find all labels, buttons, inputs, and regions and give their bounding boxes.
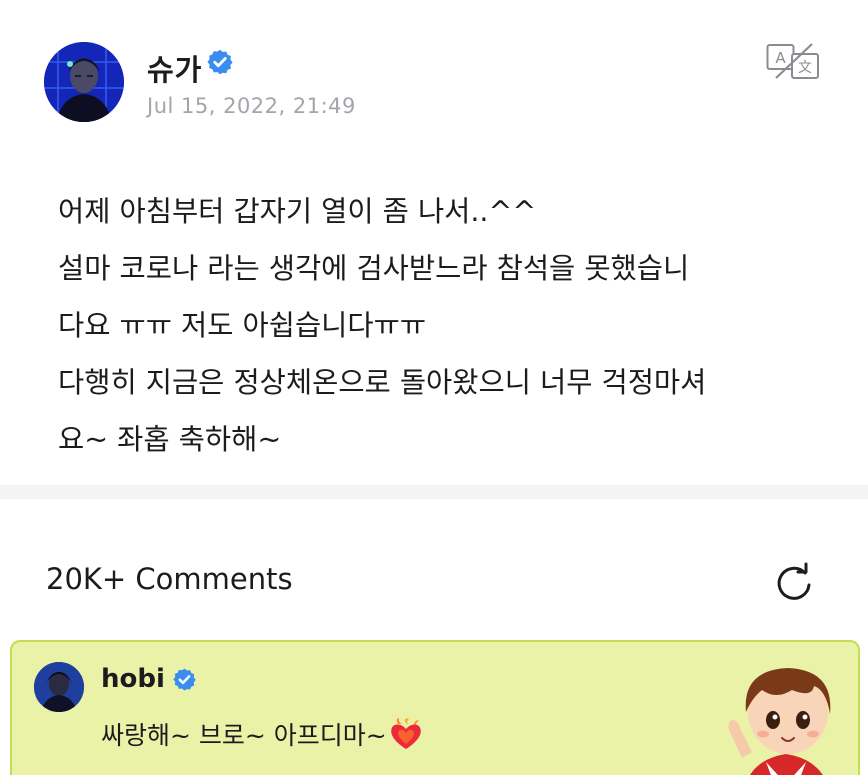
refresh-comments-button[interactable] — [772, 561, 816, 605]
comments-count-title: 20K+ Comments — [46, 562, 293, 596]
translate-icon: A 文 — [766, 43, 819, 79]
author-avatar[interactable] — [44, 42, 124, 122]
post-body-line: 요~ 좌홉 축하해~ — [58, 423, 282, 456]
post-body: 어제 아침부터 갑자기 열이 좀 나서..^^ 설마 코로나 라는 생각에 검사… — [58, 183, 838, 468]
verified-badge-icon — [173, 668, 196, 691]
section-divider — [0, 485, 868, 499]
post-body-line: 다행히 지금은 정상체온으로 돌아왔으니 너무 걱정마셔 — [58, 366, 707, 399]
refresh-icon — [777, 562, 811, 600]
heart-on-fire-icon — [390, 718, 421, 749]
svg-text:A: A — [775, 49, 786, 67]
commenter-avatar[interactable] — [34, 662, 84, 712]
verified-badge-icon — [207, 49, 233, 75]
highlighted-comment[interactable]: hobi 싸랑해~ 브로~ 아프디마~ — [10, 640, 860, 775]
post-header: 슈가 Jul 15, 2022, 21:49 A 文 — [44, 42, 824, 122]
post-body-line: 다요 ㅠㅠ 저도 아쉽습니다ㅠㅠ — [58, 309, 427, 342]
comment-text-row: 싸랑해~ 브로~ 아프디마~ — [101, 716, 423, 752]
post-body-line: 어제 아침부터 갑자기 열이 좀 나서..^^ — [58, 195, 537, 228]
translate-button[interactable]: A 文 — [766, 42, 824, 82]
svg-text:文: 文 — [798, 60, 812, 76]
commenter-name[interactable]: hobi — [101, 664, 165, 694]
post-timestamp: Jul 15, 2022, 21:49 — [147, 94, 356, 118]
post-body-line: 설마 코로나 라는 생각에 검사받느라 참석을 못했습니 — [58, 252, 690, 285]
comment-text: 싸랑해~ 브로~ 아프디마~ — [101, 721, 387, 750]
post-detail-screen: 슈가 Jul 15, 2022, 21:49 A 文 어제 아침부터 갑자기 열… — [0, 0, 868, 775]
author-name[interactable]: 슈가 — [147, 47, 202, 89]
character-sticker — [728, 668, 831, 775]
